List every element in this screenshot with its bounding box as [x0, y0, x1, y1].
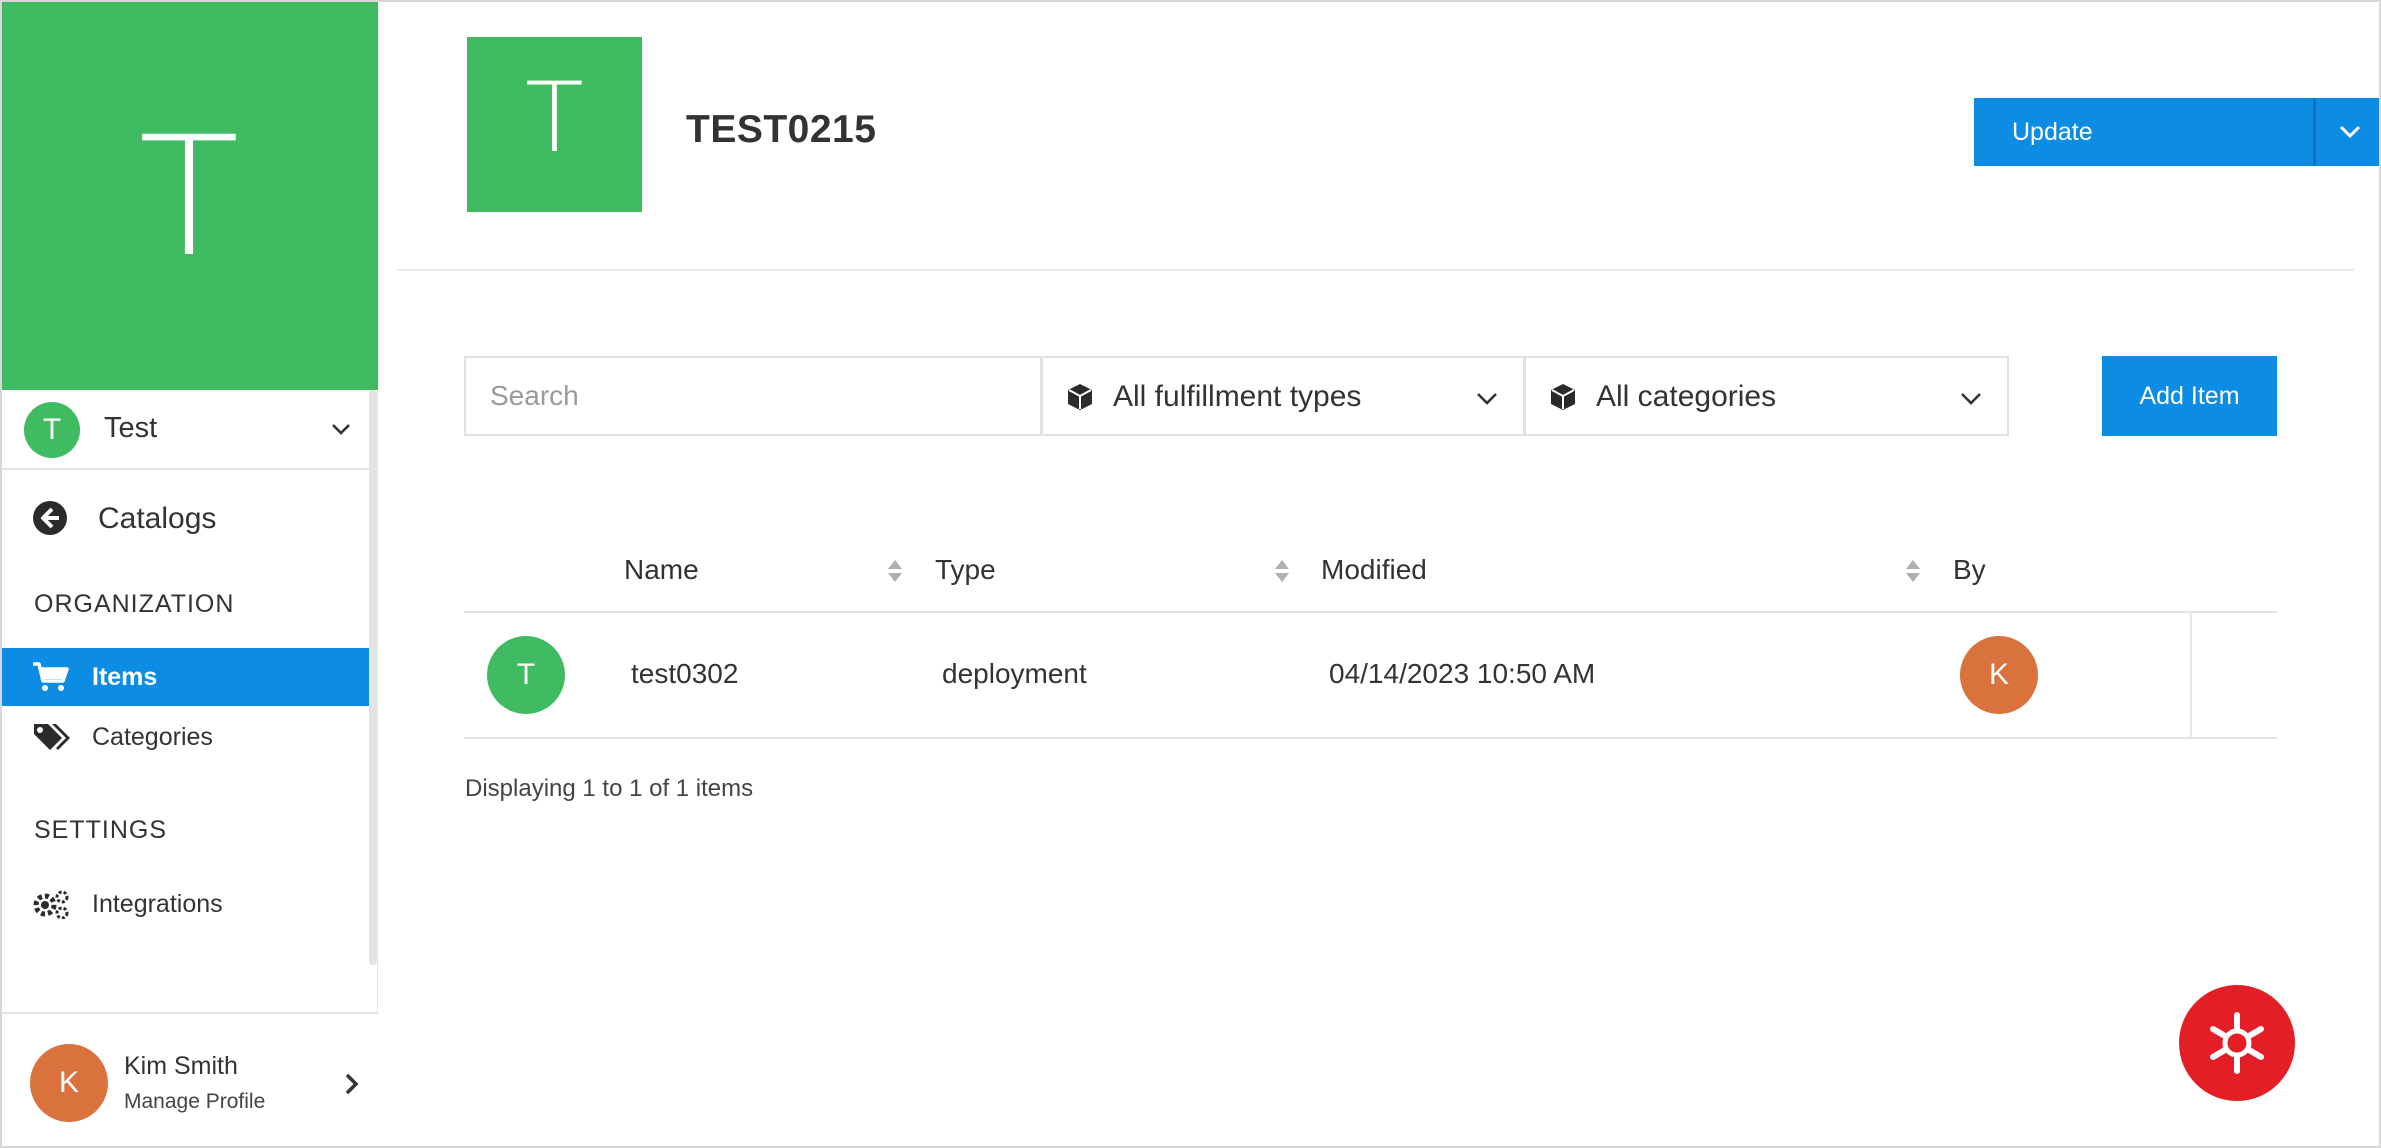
cube-icon: [1068, 384, 1092, 410]
sidebar-item-items[interactable]: Items: [0, 648, 369, 706]
sidebar-item-integrations[interactable]: Integrations: [0, 875, 369, 933]
column-header-by: By: [1953, 554, 1986, 585]
tags-icon: [34, 724, 70, 750]
catalog-logo-letter: T: [525, 62, 584, 174]
user-profile[interactable]: K Kim Smith Manage Profile: [0, 1012, 378, 1148]
sidebar-scrollbar[interactable]: [369, 390, 377, 965]
column-header-name[interactable]: Name: [624, 554, 699, 586]
org-avatar: T: [24, 402, 80, 458]
user-name: Kim Smith: [124, 1052, 238, 1080]
modified-by-avatar: K: [1960, 636, 2038, 714]
sidebar-item-label: Categories: [92, 723, 213, 751]
back-label: Catalogs: [98, 502, 217, 535]
starburst-icon: [2210, 1012, 2264, 1074]
table-header-divider: [464, 611, 2277, 613]
manage-profile-link[interactable]: Manage Profile: [124, 1090, 265, 1114]
catalog-hero-logo: T: [0, 0, 378, 390]
category-select[interactable]: All categories: [1524, 356, 2009, 436]
chevron-right-icon: [345, 1073, 359, 1095]
sidebar-item-label: Items: [92, 663, 158, 691]
sidebar-item-categories[interactable]: Categories: [0, 708, 369, 766]
arrow-circle-left-icon: [33, 501, 67, 535]
item-avatar: T: [487, 636, 565, 714]
catalog-logo: T: [467, 37, 642, 212]
column-header-type[interactable]: Type: [935, 554, 996, 586]
sort-icon[interactable]: [1904, 557, 1922, 585]
user-avatar: K: [30, 1044, 108, 1122]
fulfillment-type-value: All fulfillment types: [1113, 380, 1362, 413]
cart-icon: [33, 662, 69, 691]
chevron-down-icon: [1477, 393, 1497, 405]
back-to-catalogs-link[interactable]: Catalogs: [0, 490, 369, 546]
org-selector[interactable]: T Test: [0, 390, 369, 470]
chevron-down-icon: [332, 424, 350, 435]
item-modified: 04/14/2023 10:50 AM: [1329, 658, 1596, 689]
chevron-down-icon: [2339, 125, 2361, 139]
item-type: deployment: [942, 658, 1087, 689]
update-dropdown-toggle[interactable]: [2314, 98, 2381, 166]
cube-icon: [1551, 384, 1575, 410]
table-row-divider: [464, 737, 2277, 739]
header-divider: [397, 269, 2354, 271]
section-title-settings: SETTINGS: [34, 816, 168, 844]
category-value: All categories: [1596, 380, 1777, 413]
org-name: Test: [104, 412, 158, 444]
search-input[interactable]: [464, 356, 1042, 436]
catalog-hero-letter: T: [138, 101, 240, 293]
chevron-down-icon: [1961, 393, 1981, 405]
sort-icon[interactable]: [1273, 557, 1291, 585]
item-name-link[interactable]: test0302: [631, 658, 738, 690]
sidebar-item-label: Integrations: [92, 890, 223, 918]
sort-icon[interactable]: [886, 557, 904, 585]
fulfillment-type-select[interactable]: All fulfillment types: [1041, 356, 1525, 436]
help-assistant-button[interactable]: [2179, 985, 2295, 1101]
sidebar: T T Test Catalogs ORGANIZATION Items Cat…: [0, 0, 378, 1148]
page-title: TEST0215: [686, 108, 877, 151]
add-item-button[interactable]: Add Item: [2102, 356, 2277, 436]
column-header-modified[interactable]: Modified: [1321, 554, 1427, 586]
section-title-organization: ORGANIZATION: [34, 590, 235, 618]
update-button[interactable]: Update: [1974, 98, 2314, 166]
paging-summary: Displaying 1 to 1 of 1 items: [465, 775, 754, 802]
column-divider: [2190, 612, 2192, 738]
gears-icon: [33, 890, 69, 919]
